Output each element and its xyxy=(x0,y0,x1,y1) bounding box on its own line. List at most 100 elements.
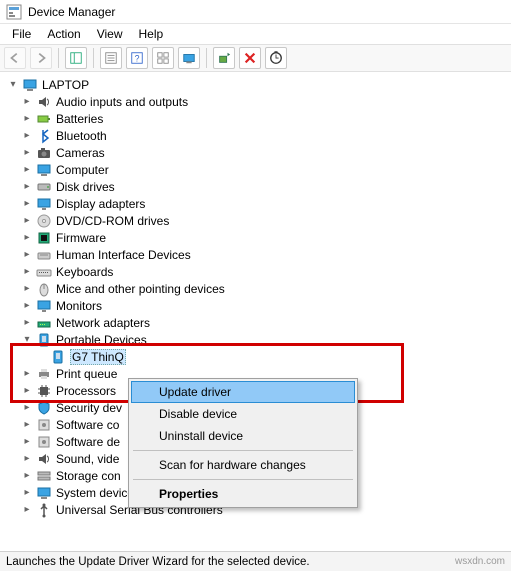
expander-icon[interactable]: ▸ xyxy=(20,367,34,381)
expander-icon[interactable]: ▸ xyxy=(20,248,34,262)
tree-node[interactable]: ▸Network adapters xyxy=(6,314,511,331)
enable-device-button[interactable] xyxy=(213,47,235,69)
tree-node[interactable]: ▸DVD/CD-ROM drives xyxy=(6,212,511,229)
window-title: Device Manager xyxy=(28,5,115,19)
show-hide-tree-button[interactable] xyxy=(65,47,87,69)
expander-icon[interactable]: ▾ xyxy=(20,333,34,347)
node-label: Security dev xyxy=(56,401,122,415)
expander-icon[interactable]: ▸ xyxy=(20,452,34,466)
printer-icon xyxy=(36,366,52,382)
node-label: Monitors xyxy=(56,299,102,313)
camera-icon xyxy=(36,145,52,161)
help-button[interactable]: ? xyxy=(126,47,148,69)
node-label: Audio inputs and outputs xyxy=(56,95,188,109)
expander-icon[interactable]: ▸ xyxy=(20,265,34,279)
tree-node-g7-thinq[interactable]: G7 ThinQ xyxy=(6,348,511,365)
forward-button[interactable] xyxy=(30,47,52,69)
node-label: Batteries xyxy=(56,112,103,126)
expander-icon[interactable]: ▸ xyxy=(20,299,34,313)
menu-item-label: Update driver xyxy=(159,385,231,399)
portable-device-icon xyxy=(36,332,52,348)
system-icon xyxy=(36,485,52,501)
network-icon xyxy=(36,315,52,331)
node-label: Firmware xyxy=(56,231,106,245)
tree-node[interactable]: ▸ Computer xyxy=(6,161,511,178)
portable-device-icon xyxy=(50,349,66,365)
menu-action[interactable]: Action xyxy=(39,25,88,43)
node-label: Disk drives xyxy=(56,180,115,194)
scan-hardware-button[interactable] xyxy=(265,47,287,69)
expander-icon[interactable]: ▸ xyxy=(20,435,34,449)
menu-item-label: Properties xyxy=(159,487,218,501)
tree-node[interactable]: ▸Keyboards xyxy=(6,263,511,280)
menu-update-driver[interactable]: Update driver xyxy=(131,381,355,403)
dvd-icon xyxy=(36,213,52,229)
node-label: Display adapters xyxy=(56,197,145,211)
storage-icon xyxy=(36,468,52,484)
back-button[interactable] xyxy=(4,47,26,69)
menu-view[interactable]: View xyxy=(89,25,131,43)
expander-icon[interactable]: ▸ xyxy=(20,197,34,211)
expander-icon[interactable]: ▸ xyxy=(20,486,34,500)
properties-button[interactable] xyxy=(100,47,122,69)
processor-icon xyxy=(36,383,52,399)
node-label: Software de xyxy=(56,435,120,449)
expander-icon[interactable]: ▸ xyxy=(20,112,34,126)
security-icon xyxy=(36,400,52,416)
tree-node[interactable]: ▸ Mice and other pointing devices xyxy=(6,280,511,297)
tree-node[interactable]: ▸ Batteries xyxy=(6,110,511,127)
tree-node-portable-devices[interactable]: ▾Portable Devices xyxy=(6,331,511,348)
menu-scan-hardware[interactable]: Scan for hardware changes xyxy=(131,454,355,476)
root-node[interactable]: ▾ LAPTOP xyxy=(6,76,511,93)
expander-icon[interactable]: ▸ xyxy=(20,214,34,228)
menu-item-label: Disable device xyxy=(159,407,237,421)
node-label: Mice and other pointing devices xyxy=(56,282,225,296)
node-label: LAPTOP xyxy=(42,78,89,92)
toolbar: ? xyxy=(0,44,511,72)
grid-button[interactable] xyxy=(152,47,174,69)
node-label: G7 ThinQ xyxy=(70,349,126,365)
menu-bar: File Action View Help xyxy=(0,24,511,44)
expander-icon[interactable]: ▾ xyxy=(6,78,20,92)
node-label: Bluetooth xyxy=(56,129,107,143)
tree-node[interactable]: ▸ Human Interface Devices xyxy=(6,246,511,263)
mouse-icon xyxy=(36,281,52,297)
battery-icon xyxy=(36,111,52,127)
node-label: Computer xyxy=(56,163,109,177)
expander-icon[interactable]: ▸ xyxy=(20,316,34,330)
expander-icon[interactable]: ▸ xyxy=(20,282,34,296)
tree-node[interactable]: ▸ Bluetooth xyxy=(6,127,511,144)
menu-item-label: Scan for hardware changes xyxy=(159,458,306,472)
expander-icon[interactable]: ▸ xyxy=(20,180,34,194)
tree-node[interactable]: ▸ Cameras xyxy=(6,144,511,161)
expander-icon[interactable]: ▸ xyxy=(20,163,34,177)
expander-icon[interactable]: ▸ xyxy=(20,469,34,483)
uninstall-device-button[interactable] xyxy=(239,47,261,69)
expander-icon[interactable]: ▸ xyxy=(20,95,34,109)
menu-properties[interactable]: Properties xyxy=(131,483,355,505)
tree-node[interactable]: ▸ Monitors xyxy=(6,297,511,314)
expander-icon[interactable]: ▸ xyxy=(20,129,34,143)
menu-help[interactable]: Help xyxy=(131,25,172,43)
expander-icon[interactable]: ▸ xyxy=(20,231,34,245)
expander-icon[interactable]: ▸ xyxy=(20,146,34,160)
expander-icon[interactable]: ▸ xyxy=(20,384,34,398)
expander-icon[interactable]: ▸ xyxy=(20,401,34,415)
node-label: Cameras xyxy=(56,146,105,160)
menu-uninstall-device[interactable]: Uninstall device xyxy=(131,425,355,447)
computer-icon xyxy=(36,162,52,178)
menu-file[interactable]: File xyxy=(4,25,39,43)
software-icon xyxy=(36,417,52,433)
node-label: Human Interface Devices xyxy=(56,248,191,262)
tree-node[interactable]: ▸ Disk drives xyxy=(6,178,511,195)
expander-icon[interactable]: ▸ xyxy=(20,418,34,432)
update-driver-button[interactable] xyxy=(178,47,200,69)
tree-node[interactable]: ▸ Firmware xyxy=(6,229,511,246)
tree-node[interactable]: ▸ Audio inputs and outputs xyxy=(6,93,511,110)
node-label: Software co xyxy=(56,418,119,432)
menu-disable-device[interactable]: Disable device xyxy=(131,403,355,425)
software-icon xyxy=(36,434,52,450)
expander-icon[interactable]: ▸ xyxy=(20,503,34,517)
tree-node[interactable]: ▸ Display adapters xyxy=(6,195,511,212)
keyboard-icon xyxy=(36,264,52,280)
